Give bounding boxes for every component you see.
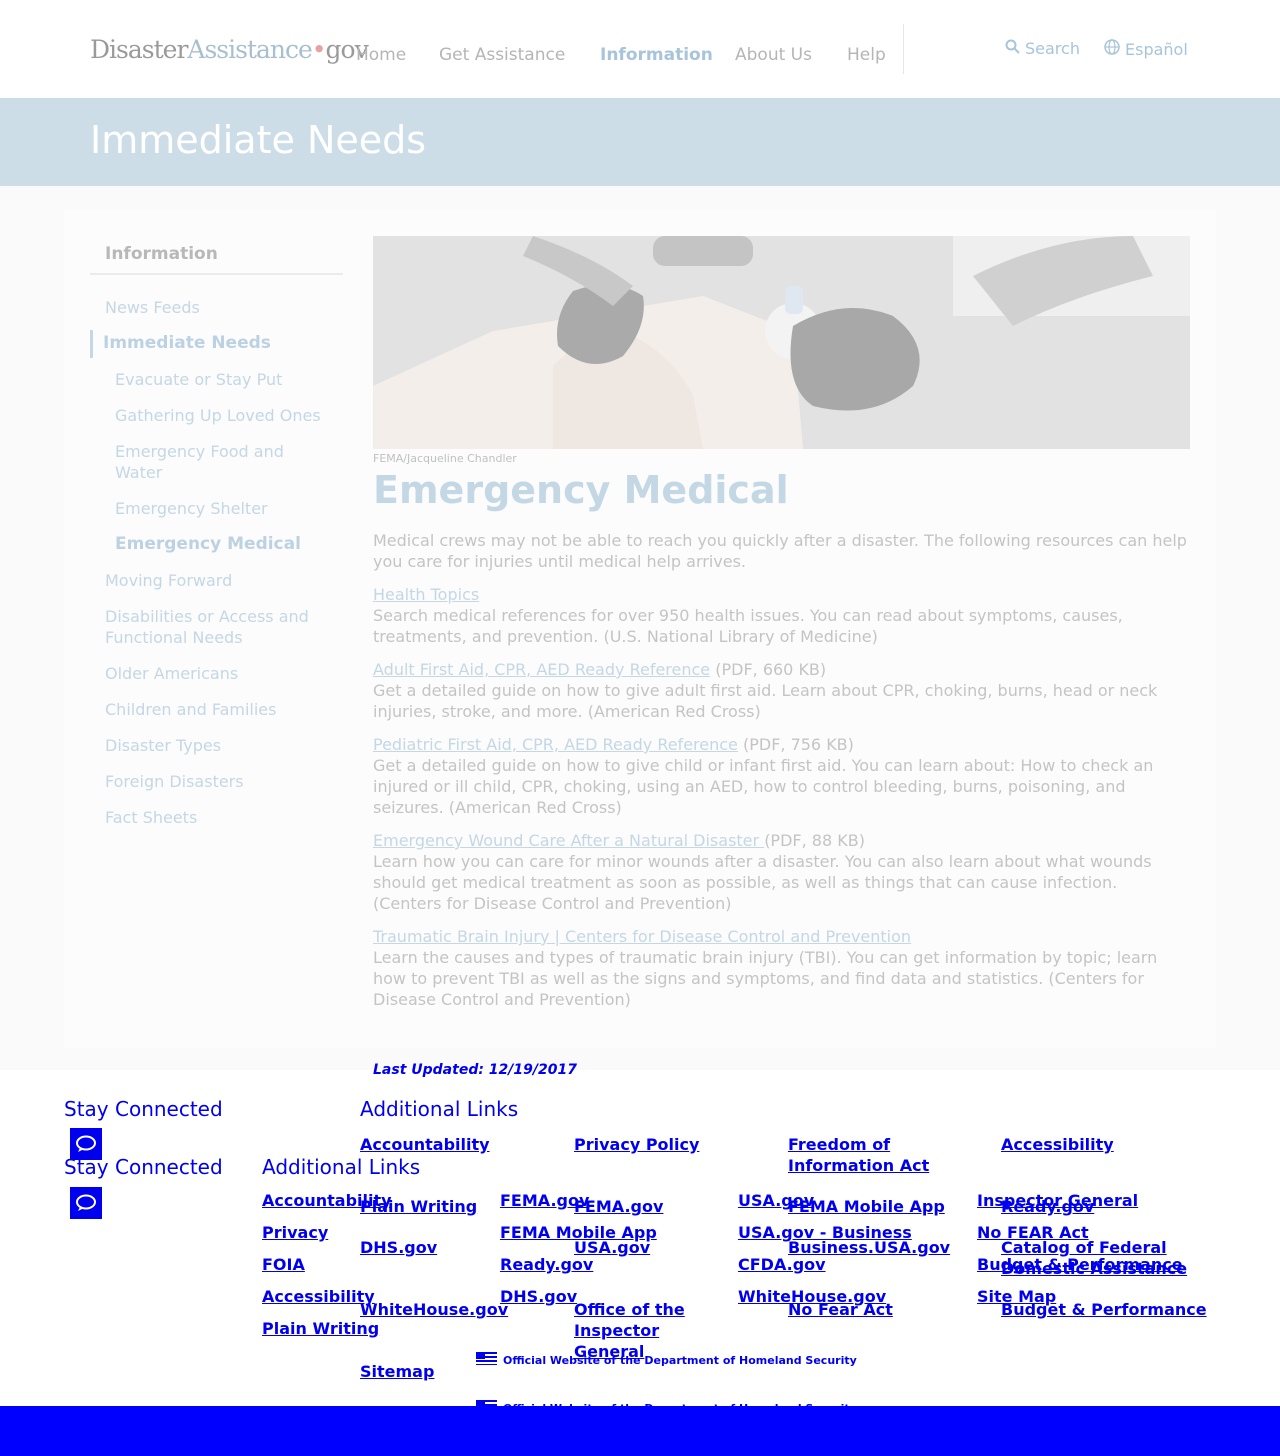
footer-link[interactable]: DHS.gov bbox=[500, 1286, 577, 1307]
footer-link[interactable]: FEMA.gov bbox=[500, 1190, 589, 1211]
sidebar-item-older-americans[interactable]: Older Americans bbox=[105, 663, 238, 684]
resource-description: Learn the causes and types of traumatic … bbox=[373, 948, 1158, 1009]
footer-link[interactable]: FEMA Mobile App bbox=[500, 1222, 657, 1243]
footer-link[interactable]: Sitemap bbox=[360, 1361, 434, 1382]
sidebar-item-fact-sheets[interactable]: Fact Sheets bbox=[105, 807, 197, 828]
nav-information[interactable]: Information bbox=[600, 45, 713, 65]
hero-image bbox=[373, 236, 1190, 449]
footer-link[interactable]: No FEAR Act bbox=[977, 1222, 1089, 1243]
last-updated: Last Updated: 12/19/2017 bbox=[373, 1062, 577, 1078]
sidebar-item-medical[interactable]: Emergency Medical bbox=[115, 534, 301, 555]
logo-dot: • bbox=[311, 35, 327, 64]
footer-link[interactable]: FOIA bbox=[262, 1254, 305, 1275]
resource-item: Traumatic Brain Injury | Centers for Dis… bbox=[373, 926, 1190, 1010]
resource-item: Health Topics Search medical references … bbox=[373, 584, 1190, 647]
footer-link[interactable]: Budget & Performance bbox=[977, 1254, 1183, 1275]
sidebar-item-immediate-needs[interactable]: Immediate Needs bbox=[103, 333, 271, 354]
sidebar-item-disaster-types[interactable]: Disaster Types bbox=[105, 735, 221, 756]
resource-description: Learn how you can care for minor wounds … bbox=[373, 852, 1152, 913]
search-button[interactable]: Search bbox=[1005, 39, 1080, 58]
page-banner: Immediate Needs bbox=[0, 98, 1280, 186]
resource-description: Get a detailed guide on how to give chil… bbox=[373, 756, 1154, 817]
sidebar-item-gathering[interactable]: Gathering Up Loved Ones bbox=[115, 405, 321, 426]
resource-meta: (PDF, 756 KB) bbox=[737, 735, 854, 754]
sidebar-item-evacuate[interactable]: Evacuate or Stay Put bbox=[115, 369, 282, 390]
nav-get-assistance[interactable]: Get Assistance bbox=[439, 45, 565, 65]
footer-link[interactable]: Site Map bbox=[977, 1286, 1056, 1307]
additional-links-heading: Additional Links bbox=[360, 1097, 519, 1121]
article-intro: Medical crews may not be able to reach y… bbox=[373, 531, 1187, 571]
footer-link[interactable]: Accountability bbox=[360, 1134, 490, 1155]
dhs-official-notice: Official Website of the Department of Ho… bbox=[476, 1352, 857, 1368]
sidebar-divider bbox=[90, 273, 343, 275]
sidebar-active-indicator bbox=[90, 330, 93, 358]
logo-text-assistance: Assistance bbox=[187, 35, 312, 64]
stay-connected-heading: Stay Connected bbox=[64, 1155, 223, 1179]
site-logo[interactable]: DisasterAssistance•gov bbox=[90, 35, 369, 64]
footer-link[interactable]: USA.gov bbox=[738, 1190, 814, 1211]
footer-link[interactable]: Plain Writing bbox=[262, 1318, 379, 1339]
nav-home[interactable]: Home bbox=[356, 45, 406, 65]
footer-link[interactable]: DHS.gov bbox=[360, 1237, 437, 1258]
resource-description: Search medical references for over 950 h… bbox=[373, 606, 1123, 646]
sidebar-heading: Information bbox=[105, 244, 218, 264]
nav-divider bbox=[903, 24, 904, 74]
footer-link[interactable]: USA.gov - Business bbox=[738, 1222, 912, 1243]
article-title: Emergency Medical bbox=[373, 468, 789, 512]
photo-credit: FEMA/Jacqueline Chandler bbox=[373, 452, 517, 465]
sidebar-item-disabilities[interactable]: Disabilities or Access and Functional Ne… bbox=[105, 606, 335, 648]
site-header: DisasterAssistance•gov Home Get Assistan… bbox=[0, 0, 1280, 98]
resource-link[interactable]: Pediatric First Aid, CPR, AED Ready Refe… bbox=[373, 735, 738, 754]
sidebar-item-children-families[interactable]: Children and Families bbox=[105, 699, 276, 720]
footer-link[interactable]: Freedom of Information Act bbox=[788, 1134, 948, 1176]
resource-link[interactable]: Traumatic Brain Injury | Centers for Dis… bbox=[373, 927, 911, 946]
resource-link[interactable]: Emergency Wound Care After a Natural Dis… bbox=[373, 831, 764, 850]
footer-link[interactable]: Accountability bbox=[262, 1190, 392, 1211]
footer-link[interactable]: Accessibility bbox=[1001, 1134, 1114, 1155]
resource-description: Get a detailed guide on how to give adul… bbox=[373, 681, 1158, 721]
footer-bar bbox=[0, 1406, 1280, 1456]
resource-item: Emergency Wound Care After a Natural Dis… bbox=[373, 830, 1190, 914]
nav-help[interactable]: Help bbox=[847, 45, 886, 65]
resource-meta: (PDF, 88 KB) bbox=[764, 831, 865, 850]
stay-connected-heading: Stay Connected bbox=[64, 1097, 223, 1121]
language-toggle[interactable]: Español bbox=[1104, 39, 1188, 59]
footer-link[interactable]: Ready.gov bbox=[500, 1254, 593, 1275]
resource-item: Adult First Aid, CPR, AED Ready Referenc… bbox=[373, 659, 1190, 722]
footer-link[interactable]: Accessibility bbox=[262, 1286, 375, 1307]
footer-link[interactable]: Privacy Policy bbox=[574, 1134, 699, 1155]
us-flag-icon bbox=[476, 1352, 497, 1368]
page-title: Immediate Needs bbox=[90, 118, 427, 162]
footer-link[interactable]: CFDA.gov bbox=[738, 1254, 826, 1275]
nav-about-us[interactable]: About Us bbox=[735, 45, 812, 65]
chat-icon[interactable] bbox=[70, 1187, 102, 1219]
footer-link[interactable]: Privacy bbox=[262, 1222, 328, 1243]
search-icon bbox=[1005, 39, 1020, 58]
resource-link[interactable]: Adult First Aid, CPR, AED Ready Referenc… bbox=[373, 660, 710, 679]
language-label: Español bbox=[1125, 39, 1188, 59]
sidebar-item-moving-forward[interactable]: Moving Forward bbox=[105, 570, 232, 591]
footer-link[interactable]: WhiteHouse.gov bbox=[360, 1299, 508, 1320]
resource-meta: (PDF, 660 KB) bbox=[710, 660, 827, 679]
sidebar-item-news-feeds[interactable]: News Feeds bbox=[105, 297, 200, 318]
resource-link[interactable]: Health Topics bbox=[373, 585, 479, 604]
sidebar-item-shelter[interactable]: Emergency Shelter bbox=[115, 498, 268, 519]
search-label: Search bbox=[1025, 39, 1080, 58]
sidebar-item-food-water[interactable]: Emergency Food and Water bbox=[115, 441, 315, 483]
globe-icon bbox=[1104, 39, 1120, 59]
logo-text-disaster: Disaster bbox=[90, 35, 188, 64]
dhs-official-text: Official Website of the Department of Ho… bbox=[503, 1353, 857, 1367]
footer-link[interactable]: WhiteHouse.gov bbox=[738, 1286, 886, 1307]
sidebar-item-foreign-disasters[interactable]: Foreign Disasters bbox=[105, 771, 244, 792]
footer-link[interactable]: Inspector General bbox=[977, 1190, 1138, 1211]
resource-item: Pediatric First Aid, CPR, AED Ready Refe… bbox=[373, 734, 1190, 818]
additional-links-heading: Additional Links bbox=[262, 1155, 421, 1179]
